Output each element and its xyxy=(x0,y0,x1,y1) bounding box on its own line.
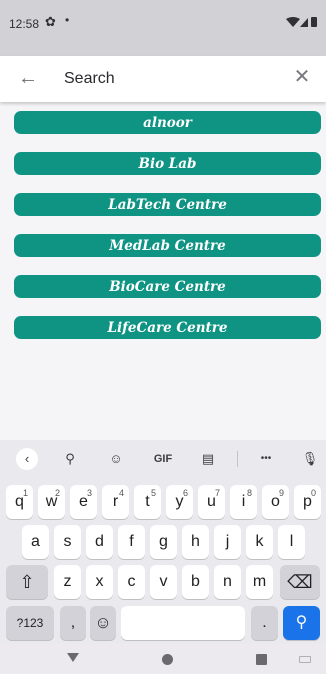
backspace-key[interactable]: ⌫ xyxy=(280,565,320,599)
result-item-labtech-centre[interactable]: LabTech Centre xyxy=(14,193,321,216)
key-x[interactable]: x xyxy=(86,565,113,599)
key-e[interactable]: e3 xyxy=(70,485,97,519)
key-hint: 6 xyxy=(182,488,188,498)
key-hint: 9 xyxy=(278,488,284,498)
result-label: BioCare Centre xyxy=(109,278,226,295)
result-item-lifecare-centre[interactable]: LifeCare Centre xyxy=(14,316,321,339)
result-label: MedLab Centre xyxy=(109,237,226,254)
key-hint: 1 xyxy=(22,488,28,498)
key-z[interactable]: z xyxy=(54,565,81,599)
key-o[interactable]: o9 xyxy=(262,485,289,519)
key-n[interactable]: n xyxy=(214,565,241,599)
navigation-bar xyxy=(0,644,326,674)
search-icon[interactable]: ⚲ xyxy=(58,448,82,470)
status-bar: 12:58 ✿ • xyxy=(0,0,326,56)
signal-icon xyxy=(300,18,308,27)
sticker-icon[interactable]: ☺ xyxy=(104,448,128,470)
status-icons xyxy=(286,17,317,27)
key-hint: 0 xyxy=(310,488,316,498)
comma-key[interactable]: , xyxy=(60,606,86,640)
status-time: 12:58 xyxy=(9,17,40,31)
key-hint: 4 xyxy=(118,488,124,498)
key-l[interactable]: l xyxy=(278,525,305,559)
wifi-icon xyxy=(286,17,300,27)
key-i[interactable]: i8 xyxy=(230,485,257,519)
key-k[interactable]: k xyxy=(246,525,273,559)
recents-icon[interactable] xyxy=(256,654,267,665)
keyboard-toolbar: ‹ ⚲ ☺ GIF ▤ ••• 🎙 xyxy=(0,440,326,478)
result-item-biocare-centre[interactable]: BioCare Centre xyxy=(14,275,321,298)
key-q[interactable]: q1 xyxy=(6,485,33,519)
result-label: LabTech Centre xyxy=(108,196,227,213)
key-s[interactable]: s xyxy=(54,525,81,559)
key-p[interactable]: p0 xyxy=(294,485,321,519)
result-label: alnoor xyxy=(143,114,192,131)
search-key[interactable]: ⚲ xyxy=(283,606,320,640)
result-label: LifeCare Centre xyxy=(107,319,228,336)
key-m[interactable]: m xyxy=(246,565,273,599)
key-hint: 3 xyxy=(86,488,92,498)
microphone-icon[interactable]: 🎙 xyxy=(298,448,322,470)
key-f[interactable]: f xyxy=(118,525,145,559)
result-label: Bio Lab xyxy=(138,155,197,172)
symbols-key[interactable]: ?123 xyxy=(6,606,54,640)
toolbar-divider xyxy=(237,451,238,467)
key-label: t xyxy=(145,493,150,510)
emoji-key[interactable]: ☺ xyxy=(90,606,116,640)
key-hint: 2 xyxy=(54,488,60,498)
battery-icon xyxy=(311,17,317,27)
settings-icon: ✿ xyxy=(45,14,56,29)
key-hint: 7 xyxy=(214,488,220,498)
keyboard-switch-icon[interactable] xyxy=(299,656,311,663)
key-j[interactable]: j xyxy=(214,525,241,559)
key-r[interactable]: r4 xyxy=(102,485,129,519)
key-v[interactable]: v xyxy=(150,565,177,599)
key-y[interactable]: y6 xyxy=(166,485,193,519)
period-key[interactable]: . xyxy=(251,606,278,640)
shift-key[interactable]: ⇧ xyxy=(6,565,48,599)
result-item-bio-lab[interactable]: Bio Lab xyxy=(14,152,321,175)
back-icon[interactable] xyxy=(67,653,79,662)
key-u[interactable]: u7 xyxy=(198,485,225,519)
keyboard: ‹ ⚲ ☺ GIF ▤ ••• 🎙 q1 w2 e3 r4 t5 y6 u7 i… xyxy=(0,440,326,644)
clipboard-icon[interactable]: ▤ xyxy=(196,448,220,470)
result-item-medlab-centre[interactable]: MedLab Centre xyxy=(14,234,321,257)
key-h[interactable]: h xyxy=(182,525,209,559)
search-input[interactable] xyxy=(64,66,284,92)
key-c[interactable]: c xyxy=(118,565,145,599)
key-label: r xyxy=(112,493,119,510)
notification-dot-icon: • xyxy=(65,13,70,27)
result-item-alnoor[interactable]: alnoor xyxy=(14,111,321,134)
close-icon[interactable]: ✕ xyxy=(290,65,314,89)
search-bar: ← ✕ xyxy=(0,56,326,102)
key-w[interactable]: w2 xyxy=(38,485,65,519)
spacebar[interactable] xyxy=(121,606,245,640)
key-a[interactable]: a xyxy=(22,525,49,559)
key-g[interactable]: g xyxy=(150,525,177,559)
key-d[interactable]: d xyxy=(86,525,113,559)
gif-button[interactable]: GIF xyxy=(150,448,176,470)
more-icon[interactable]: ••• xyxy=(254,448,278,470)
key-b[interactable]: b xyxy=(182,565,209,599)
back-arrow-icon[interactable]: ← xyxy=(18,66,40,90)
results-list: alnoor Bio Lab LabTech Centre MedLab Cen… xyxy=(14,111,321,357)
key-t[interactable]: t5 xyxy=(134,485,161,519)
key-label: i xyxy=(241,493,246,510)
key-hint: 8 xyxy=(246,488,252,498)
home-icon[interactable] xyxy=(162,654,173,665)
key-hint: 5 xyxy=(150,488,156,498)
collapse-icon[interactable]: ‹ xyxy=(16,448,38,470)
